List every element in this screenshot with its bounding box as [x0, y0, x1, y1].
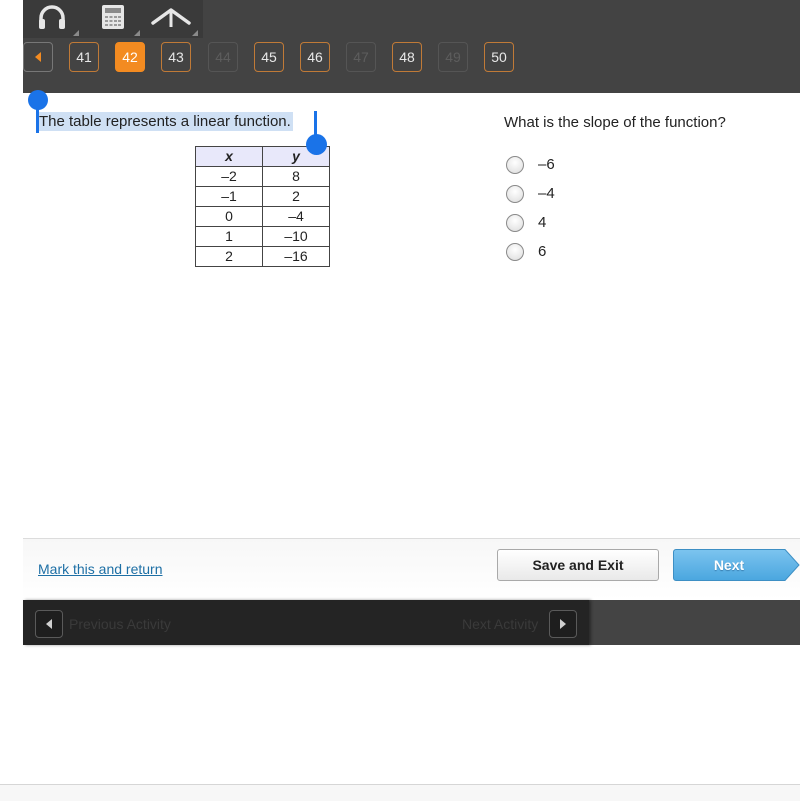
cell-y: 2: [262, 186, 330, 207]
next-activity-label[interactable]: Next Activity: [462, 616, 538, 632]
calculator-button[interactable]: [84, 0, 142, 38]
next-button[interactable]: Next: [673, 549, 800, 581]
table-row: 1 –10: [195, 226, 330, 247]
choice-label: 6: [538, 243, 547, 260]
question-49-button: 49: [438, 42, 468, 72]
cell-x: –1: [195, 186, 263, 207]
answer-choice[interactable]: –6: [506, 150, 555, 179]
bottom-browser-strip: [0, 784, 800, 801]
cell-x: –2: [195, 166, 263, 187]
menu-corner-indicator: [192, 30, 198, 36]
triangle-left-icon: [46, 619, 52, 629]
activity-bar: Previous Activity Next Activity: [23, 600, 800, 645]
question-50-button[interactable]: 50: [484, 42, 514, 72]
menu-corner-indicator: [73, 30, 79, 36]
function-table: x y –2 8 –1 2 0 –4 1 –10 2 –16: [195, 146, 330, 267]
cell-y: 8: [262, 166, 330, 187]
radio-button[interactable]: [506, 242, 524, 261]
radio-button[interactable]: [506, 155, 524, 174]
top-toolbar: 41 42 43 44 45 46 47 48 49 50: [23, 0, 800, 93]
selection-end-handle[interactable]: [306, 134, 327, 155]
caret-up-icon: [151, 5, 191, 34]
cell-y: –10: [262, 226, 330, 247]
question-48-button[interactable]: 48: [392, 42, 422, 72]
menu-corner-indicator: [134, 30, 140, 36]
answer-choice[interactable]: –4: [506, 179, 555, 208]
cell-x: 2: [195, 246, 263, 267]
selection-start-handle[interactable]: [28, 90, 48, 110]
reference-button[interactable]: [142, 0, 200, 38]
triangle-right-icon: [560, 619, 566, 629]
cell-y: –16: [262, 246, 330, 267]
question-41-button[interactable]: 41: [69, 42, 99, 72]
question-43-button[interactable]: 43: [161, 42, 191, 72]
choice-label: 4: [538, 214, 547, 231]
headphones-icon: [37, 4, 67, 35]
table-row: 0 –4: [195, 206, 330, 227]
calculator-icon: [101, 4, 125, 35]
next-activity-button[interactable]: [549, 610, 577, 638]
activity-nav-panel: Previous Activity Next Activity: [23, 600, 589, 645]
answer-choices: –6 –4 4 6: [506, 150, 555, 266]
prompt-text[interactable]: The table represents a linear function.: [37, 112, 293, 131]
question-text: What is the slope of the function?: [504, 114, 726, 131]
tools-group: [23, 0, 203, 38]
triangle-left-icon: [35, 52, 41, 62]
table-row: 2 –16: [195, 246, 330, 267]
radio-button[interactable]: [506, 213, 524, 232]
table-row: –2 8: [195, 166, 330, 187]
mark-and-return-link[interactable]: Mark this and return: [38, 561, 163, 577]
question-45-button[interactable]: 45: [254, 42, 284, 72]
question-47-button: 47: [346, 42, 376, 72]
question-46-button[interactable]: 46: [300, 42, 330, 72]
answer-choice[interactable]: 6: [506, 237, 555, 266]
answer-choice[interactable]: 4: [506, 208, 555, 237]
previous-question-button[interactable]: [23, 42, 53, 72]
question-footer: Mark this and return Save and Exit Next: [23, 538, 800, 600]
cell-y: –4: [262, 206, 330, 227]
choice-label: –6: [538, 156, 555, 173]
column-header-x: x: [195, 146, 263, 167]
cell-x: 0: [195, 206, 263, 227]
choice-label: –4: [538, 185, 555, 202]
previous-activity-label[interactable]: Previous Activity: [69, 616, 171, 632]
table-row: –1 2: [195, 186, 330, 207]
next-button-label: Next: [713, 557, 745, 573]
prompt-text-container: The table represents a linear function.: [37, 112, 293, 132]
save-and-exit-button[interactable]: Save and Exit: [497, 549, 659, 581]
radio-button[interactable]: [506, 184, 524, 203]
cell-x: 1: [195, 226, 263, 247]
headphones-button[interactable]: [23, 0, 81, 38]
question-44-button: 44: [208, 42, 238, 72]
question-42-button[interactable]: 42: [115, 42, 145, 72]
previous-activity-button[interactable]: [35, 610, 63, 638]
